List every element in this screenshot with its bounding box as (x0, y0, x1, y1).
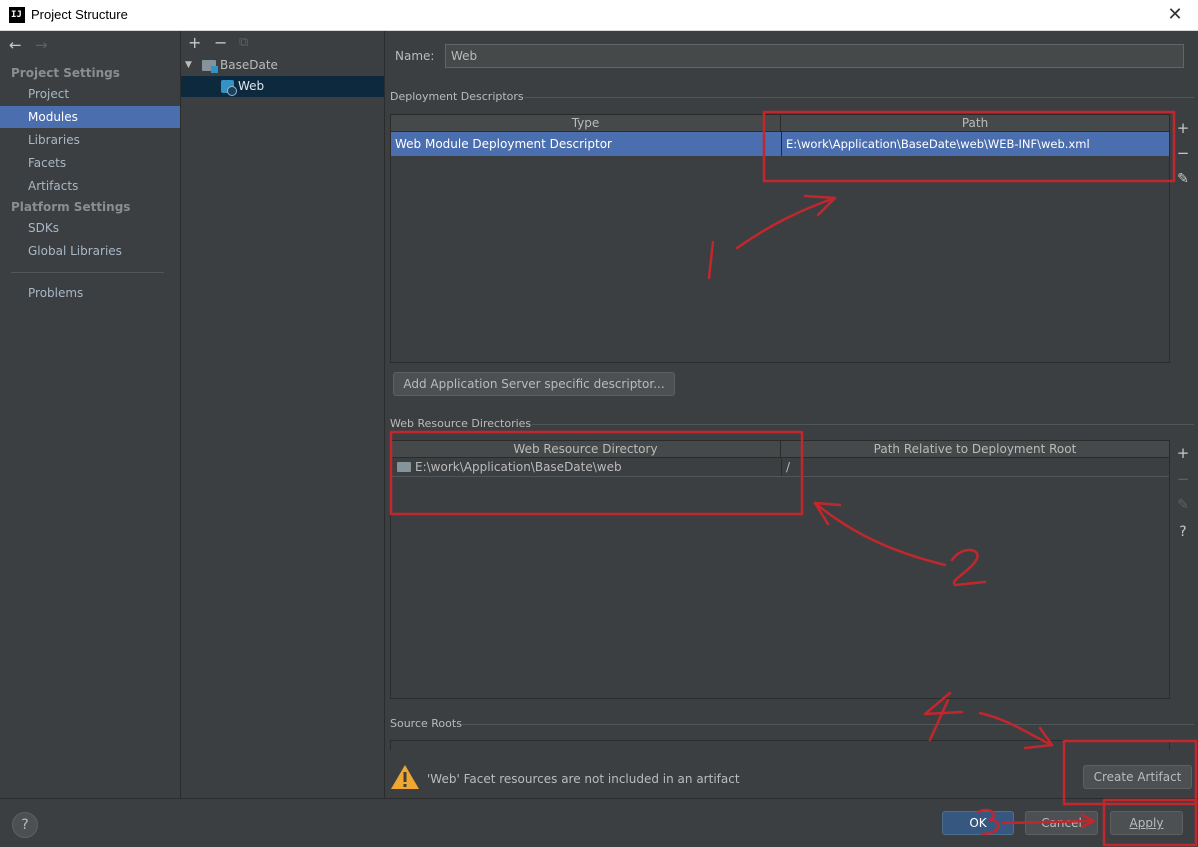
forward-arrow-icon[interactable]: → (35, 36, 48, 54)
nav-item-artifacts[interactable]: Artifacts (0, 175, 180, 197)
cancel-button[interactable]: Cancel (1025, 811, 1098, 835)
web-facet-icon (221, 80, 237, 96)
warning-icon (391, 765, 419, 789)
column-header-relative-path[interactable]: Path Relative to Deployment Root (781, 441, 1169, 458)
web-folder-icon (397, 462, 411, 472)
intellij-app-icon: IJ (9, 7, 25, 23)
warning-message: 'Web' Facet resources are not included i… (427, 772, 740, 786)
nav-item-global-libraries[interactable]: Global Libraries (0, 240, 180, 262)
settings-nav-panel: ← → Project Settings Project Modules Lib… (0, 31, 181, 799)
module-folder-icon (202, 60, 218, 73)
module-tree-panel: + − ⧉ ▼ BaseDate Web (181, 31, 385, 799)
project-settings-heading: Project Settings (11, 66, 120, 80)
group-divider (524, 97, 1194, 98)
column-header-directory[interactable]: Web Resource Directory (391, 441, 781, 458)
tree-node-basedate[interactable]: ▼ BaseDate (181, 55, 384, 76)
title-bar: IJ Project Structure ✕ (0, 0, 1198, 31)
table-row[interactable]: E:\work\Application\BaseDate\web / (391, 458, 1169, 476)
name-field[interactable]: Web (445, 44, 1184, 68)
add-icon[interactable]: + (1172, 442, 1194, 464)
tree-node-web[interactable]: Web (181, 76, 384, 97)
remove-icon[interactable]: − (1172, 468, 1194, 490)
row-divider (391, 476, 1169, 477)
column-header-path[interactable]: Path (781, 115, 1169, 132)
name-label: Name: (395, 49, 435, 63)
back-arrow-icon[interactable]: ← (9, 36, 22, 54)
apply-button[interactable]: Apply (1110, 811, 1183, 835)
tree-node-label: Web (238, 79, 265, 93)
ok-button[interactable]: OK (942, 811, 1014, 835)
help-icon[interactable]: ? (1172, 521, 1194, 543)
web-resource-directories-label: Web Resource Directories (390, 417, 532, 430)
footer-divider (0, 798, 1198, 799)
descriptor-type-cell: Web Module Deployment Descriptor (395, 137, 612, 151)
copy-icon[interactable]: ⧉ (239, 35, 248, 50)
column-header-type[interactable]: Type (391, 115, 781, 132)
add-icon[interactable]: + (1172, 117, 1194, 139)
descriptor-path-cell: E:\work\Application\BaseDate\web\WEB-INF… (786, 137, 1090, 151)
nav-item-libraries[interactable]: Libraries (0, 129, 180, 151)
remove-icon[interactable]: − (214, 33, 227, 52)
add-server-descriptor-button[interactable]: Add Application Server specific descript… (393, 372, 675, 396)
relative-path-cell: / (786, 460, 791, 474)
web-resource-directories-table: Web Resource Directory Path Relative to … (390, 440, 1170, 699)
edit-icon[interactable]: ✎ (1172, 168, 1194, 190)
platform-settings-heading: Platform Settings (11, 200, 131, 214)
remove-icon[interactable]: − (1172, 142, 1194, 164)
create-artifact-button[interactable]: Create Artifact (1083, 765, 1192, 789)
nav-item-facets[interactable]: Facets (0, 152, 180, 174)
deployment-descriptors-table: Type Path Web Module Deployment Descript… (390, 114, 1170, 363)
tree-node-label: BaseDate (220, 58, 278, 72)
source-roots-list[interactable] (390, 740, 1170, 750)
group-divider (462, 724, 1194, 725)
deployment-descriptors-label: Deployment Descriptors (390, 90, 524, 103)
facet-editor: Name: Web Deployment Descriptors Type Pa… (386, 31, 1198, 799)
source-roots-label: Source Roots (390, 717, 462, 730)
nav-item-sdks[interactable]: SDKs (0, 217, 180, 239)
nav-item-problems[interactable]: Problems (0, 282, 180, 304)
group-divider (532, 424, 1194, 425)
table-header: Type Path (391, 115, 1169, 132)
close-window-button[interactable]: ✕ (1152, 0, 1198, 31)
edit-icon[interactable]: ✎ (1172, 494, 1194, 516)
nav-divider (11, 272, 164, 273)
resource-directory-path: E:\work\Application\BaseDate\web (415, 460, 622, 474)
table-header: Web Resource Directory Path Relative to … (391, 441, 1169, 458)
nav-item-project[interactable]: Project (0, 83, 180, 105)
help-button[interactable]: ? (12, 812, 38, 838)
table-row[interactable]: Web Module Deployment Descriptor E:\work… (391, 132, 1169, 156)
add-icon[interactable]: + (188, 33, 201, 52)
nav-item-modules[interactable]: Modules (0, 106, 180, 128)
resource-directory-cell: E:\work\Application\BaseDate\web (393, 458, 781, 476)
expand-caret-icon[interactable]: ▼ (185, 55, 192, 76)
window-title: Project Structure (31, 7, 128, 22)
